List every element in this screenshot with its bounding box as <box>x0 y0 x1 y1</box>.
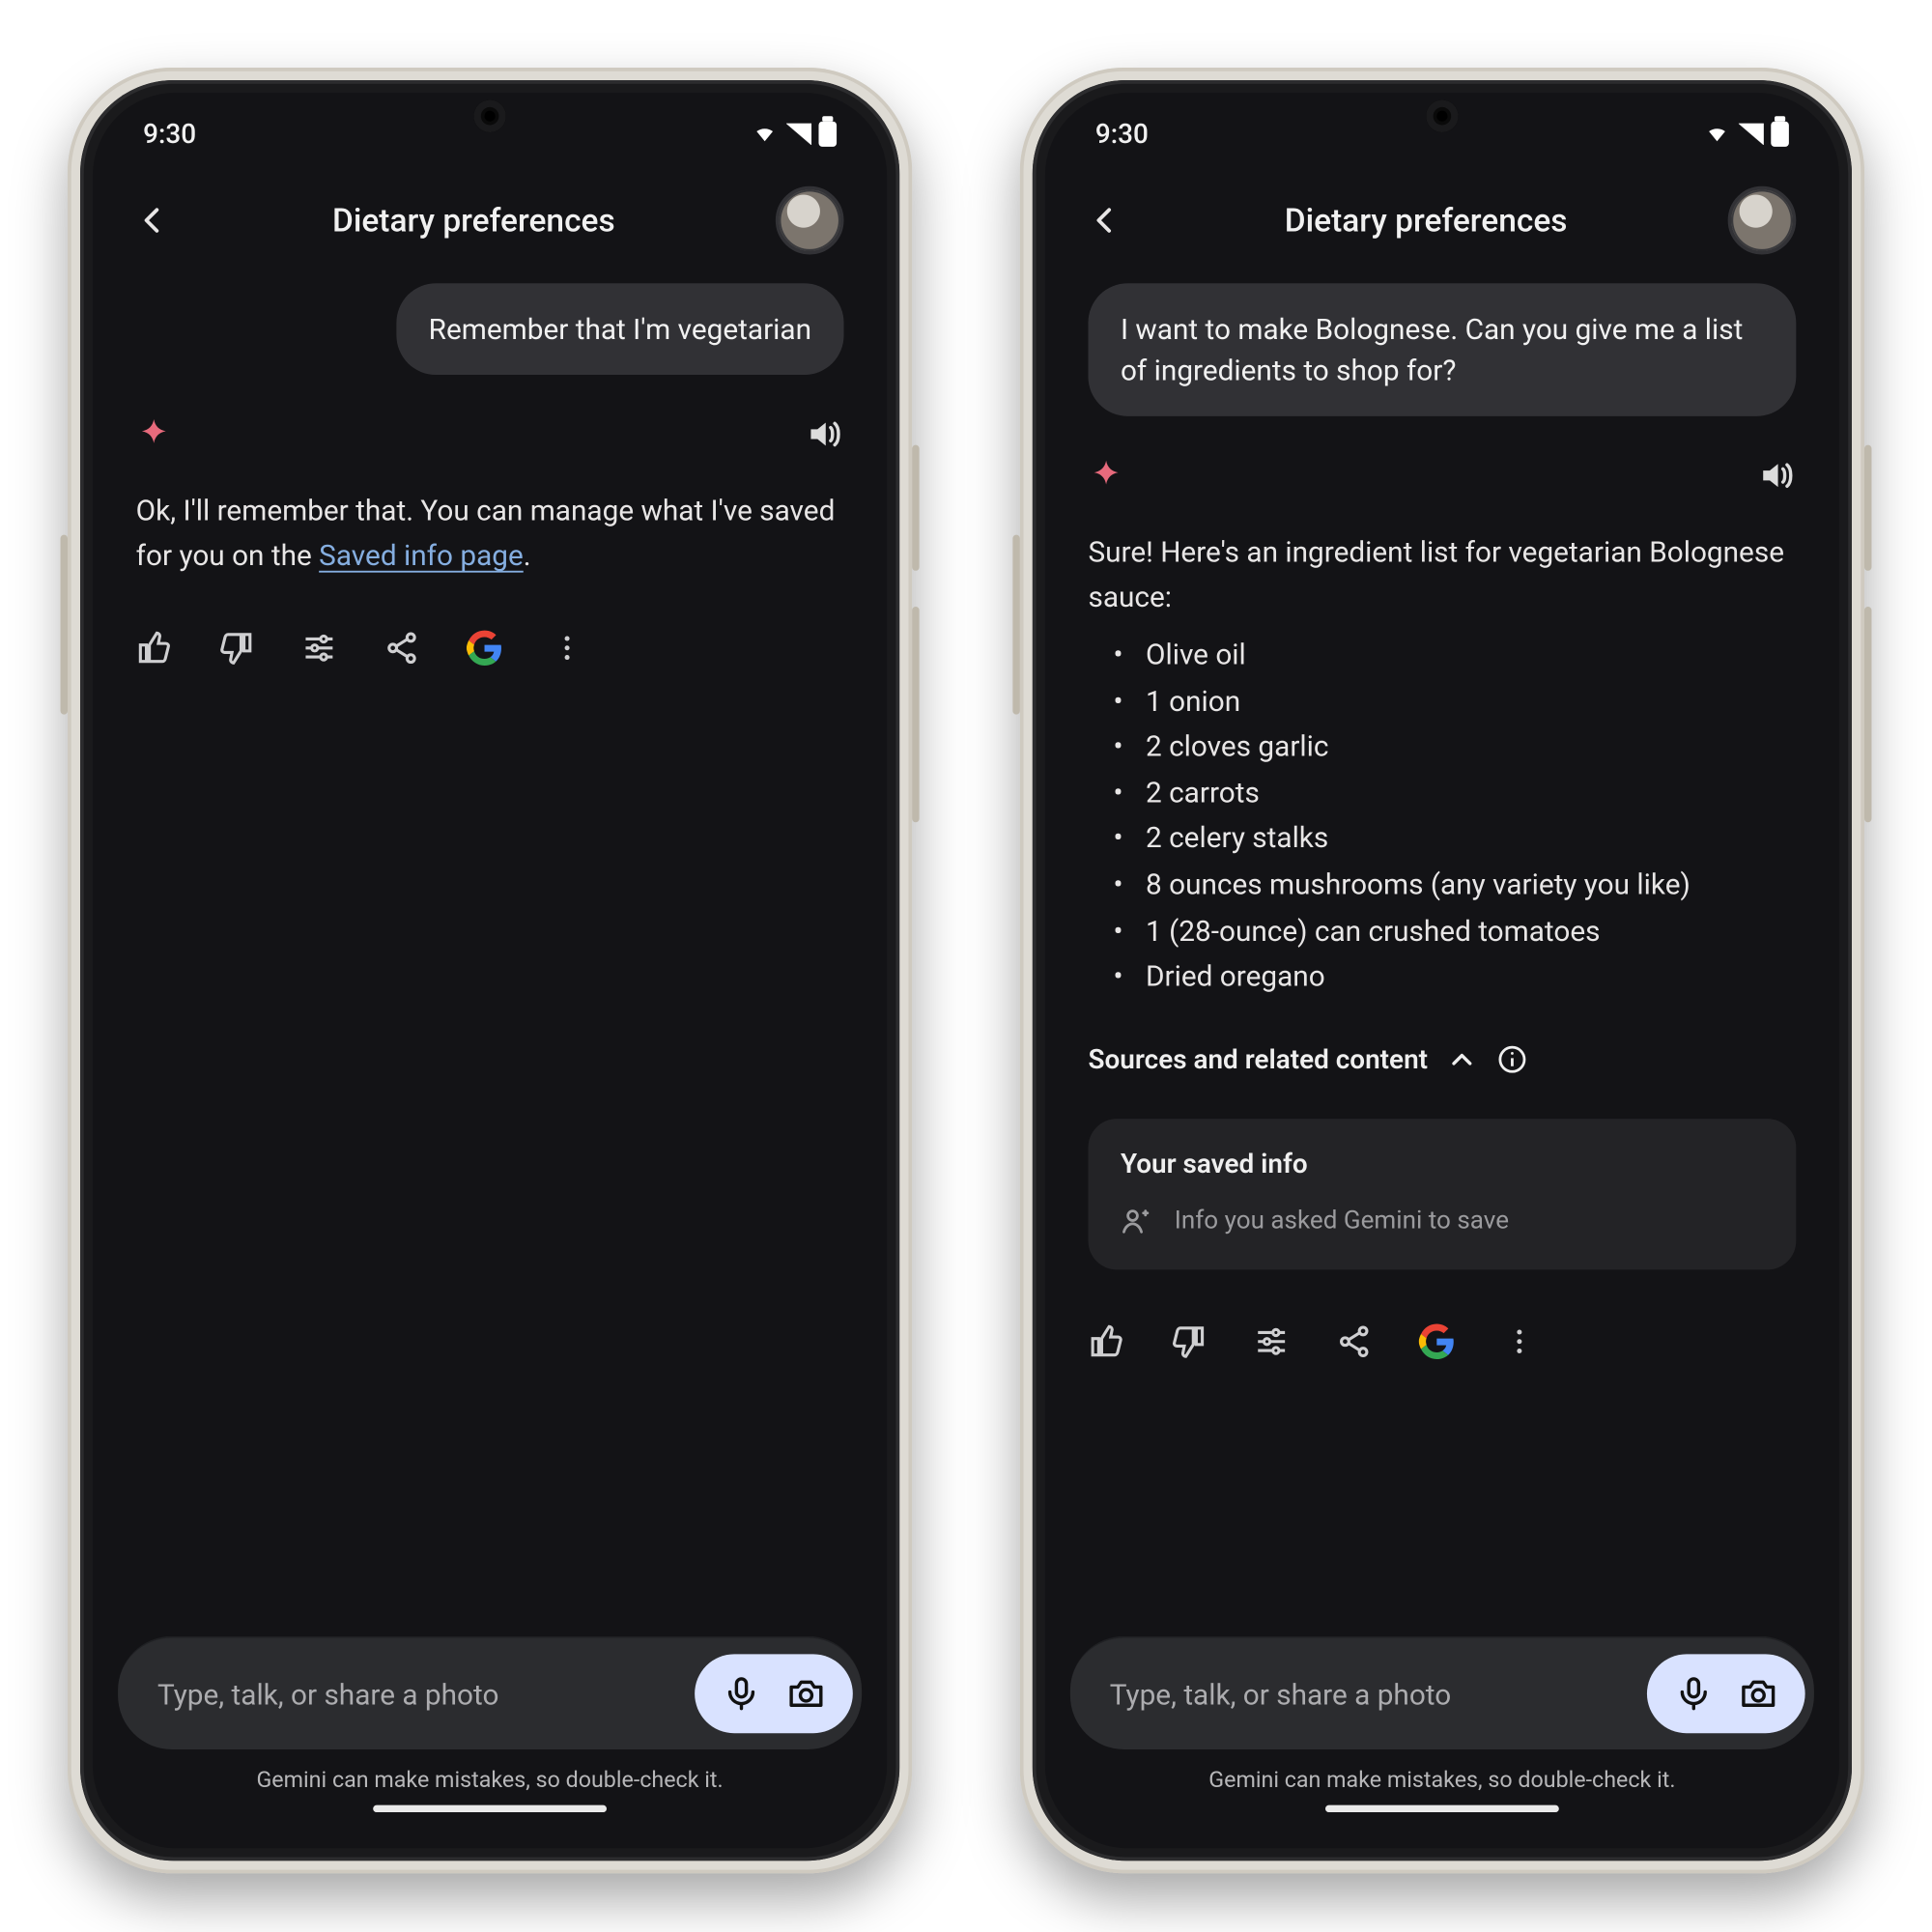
avatar[interactable] <box>1728 186 1797 255</box>
phone-frame-right: 9:30 Dietary preferences I want to make … <box>1020 68 1864 1873</box>
sources-toggle[interactable]: Sources and related content <box>1088 1042 1796 1074</box>
phone-frame-left: 9:30 Dietary preferences Remember that I… <box>68 68 912 1873</box>
page-title: Dietary preferences <box>1285 202 1568 240</box>
user-message: Remember that I'm vegetarian <box>396 283 843 375</box>
list-item: 1 (28-ounce) can crushed tomatoes <box>1114 908 1797 954</box>
assistant-actions <box>136 630 844 666</box>
share-icon[interactable] <box>1336 1323 1372 1359</box>
list-item: Olive oil <box>1114 632 1797 678</box>
battery-icon <box>818 122 837 147</box>
saved-info-title: Your saved info <box>1121 1147 1764 1179</box>
chat-area-left: Remember that I'm vegetarian Ok, I'll re… <box>93 266 887 1636</box>
disclaimer: Gemini can make mistakes, so double-chec… <box>1070 1768 1814 1795</box>
camera-icon[interactable] <box>1730 1665 1788 1723</box>
back-button[interactable] <box>136 203 172 239</box>
status-icons <box>751 122 837 147</box>
page-title: Dietary preferences <box>332 202 615 240</box>
input-field[interactable]: Type, talk, or share a photo <box>1070 1636 1814 1749</box>
person-memory-icon <box>1121 1205 1152 1236</box>
camera-notch <box>473 99 505 131</box>
app-bar: Dietary preferences <box>93 151 887 266</box>
list-item: 2 cloves garlic <box>1114 724 1797 770</box>
assistant-text-post: . <box>524 538 531 572</box>
thumbs-down-icon[interactable] <box>1171 1323 1207 1359</box>
battery-icon <box>1771 122 1789 147</box>
status-icons <box>1703 122 1789 147</box>
signal-icon <box>786 124 811 145</box>
wifi-icon <box>1703 124 1732 145</box>
assistant-intro: Sure! Here's an ingredient list for vege… <box>1088 532 1796 621</box>
list-item: Dried oregano <box>1114 953 1797 1000</box>
app-bar: Dietary preferences <box>1045 151 1839 266</box>
input-field[interactable]: Type, talk, or share a photo <box>118 1636 862 1749</box>
tune-icon[interactable] <box>1254 1323 1290 1359</box>
sources-label: Sources and related content <box>1088 1042 1428 1074</box>
avatar[interactable] <box>776 186 844 255</box>
home-indicator[interactable] <box>373 1805 607 1812</box>
info-icon[interactable] <box>1496 1042 1528 1074</box>
voice-camera-box <box>695 1654 853 1733</box>
mic-icon[interactable] <box>1665 1665 1723 1723</box>
camera-notch <box>1426 99 1458 131</box>
speaker-icon[interactable] <box>1756 456 1796 496</box>
ingredient-list: Olive oil 1 onion 2 cloves garlic 2 carr… <box>1114 632 1797 1000</box>
user-message: I want to make Bolognese. Can you give m… <box>1088 283 1796 416</box>
signal-icon <box>1739 124 1764 145</box>
assistant-message: Sure! Here's an ingredient list for vege… <box>1088 532 1796 1000</box>
assistant-header <box>1088 456 1796 496</box>
status-time: 9:30 <box>143 118 196 150</box>
chat-area-right: I want to make Bolognese. Can you give m… <box>1045 266 1839 1636</box>
assistant-message: Ok, I'll remember that. You can manage w… <box>136 490 844 579</box>
share-icon[interactable] <box>384 630 419 666</box>
status-time: 9:30 <box>1095 118 1149 150</box>
back-button[interactable] <box>1088 203 1123 239</box>
list-item: 2 carrots <box>1114 770 1797 816</box>
camera-icon[interactable] <box>778 1665 836 1723</box>
wifi-icon <box>751 124 780 145</box>
tune-icon[interactable] <box>301 630 337 666</box>
assistant-header <box>136 414 844 454</box>
disclaimer: Gemini can make mistakes, so double-chec… <box>118 1768 862 1795</box>
more-icon[interactable] <box>549 630 584 666</box>
screen-right: 9:30 Dietary preferences I want to make … <box>1045 93 1839 1848</box>
input-placeholder: Type, talk, or share a photo <box>1110 1677 1630 1711</box>
input-placeholder: Type, talk, or share a photo <box>157 1677 677 1711</box>
assistant-actions <box>1088 1323 1796 1359</box>
input-bar: Type, talk, or share a photo Gemini can … <box>1070 1636 1814 1831</box>
gemini-spark-icon <box>1088 458 1123 494</box>
gemini-spark-icon <box>136 416 172 452</box>
more-icon[interactable] <box>1501 1323 1537 1359</box>
list-item: 8 ounces mushrooms (any variety you like… <box>1114 862 1797 908</box>
home-indicator[interactable] <box>1325 1805 1559 1812</box>
thumbs-down-icon[interactable] <box>218 630 254 666</box>
chevron-up-icon <box>1446 1042 1478 1074</box>
list-item: 1 onion <box>1114 678 1797 724</box>
screen-left: 9:30 Dietary preferences Remember that I… <box>93 93 887 1848</box>
saved-info-card[interactable]: Your saved info Info you asked Gemini to… <box>1088 1119 1796 1269</box>
thumbs-up-icon[interactable] <box>136 630 172 666</box>
list-item: 2 celery stalks <box>1114 815 1797 862</box>
voice-camera-box <box>1647 1654 1805 1733</box>
mic-icon[interactable] <box>713 1665 771 1723</box>
google-icon[interactable] <box>467 630 502 666</box>
input-bar: Type, talk, or share a photo Gemini can … <box>118 1636 862 1831</box>
saved-info-subtitle: Info you asked Gemini to save <box>1175 1207 1509 1236</box>
saved-info-link[interactable]: Saved info page <box>319 538 524 572</box>
thumbs-up-icon[interactable] <box>1088 1323 1123 1359</box>
speaker-icon[interactable] <box>805 414 844 454</box>
google-icon[interactable] <box>1419 1323 1455 1359</box>
